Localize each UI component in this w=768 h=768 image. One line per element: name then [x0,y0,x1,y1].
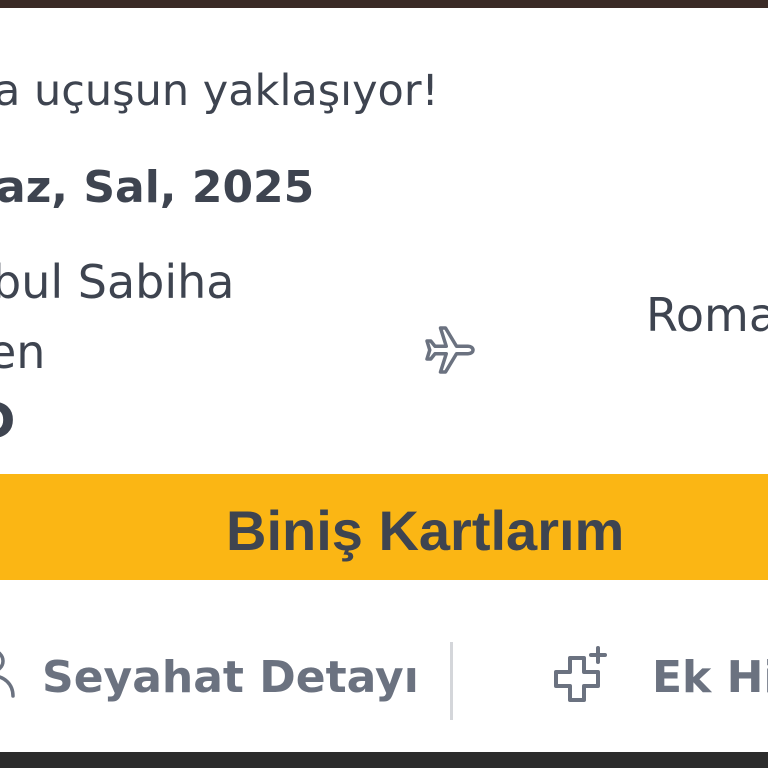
nav-divider [450,642,453,720]
destination-city: Roma [646,288,768,342]
flight-card: a uçuşun yaklaşıyor! az, Sal, 2025 bul S… [0,8,768,752]
origin-airport-code: D [0,392,16,450]
travel-detail-button[interactable]: Seyahat Detayı [0,580,440,730]
origin-airport-name-line2: en [0,325,46,379]
bottom-action-bar: Seyahat Detayı Ek Hiz [0,580,768,752]
flight-date: az, Sal, 2025 [0,162,315,213]
travel-detail-label: Seyahat Detayı [42,652,419,703]
flight-headline: a uçuşun yaklaşıyor! [0,66,439,116]
extra-services-label: Ek Hiz [652,652,768,703]
origin-airport-name: bul Sabiha [0,255,235,309]
bottom-edge [0,752,768,768]
boarding-passes-button[interactable]: Biniş Kartlarım [0,474,768,580]
plane-icon [425,326,475,374]
person-icon [0,651,15,698]
plus-icon [554,646,607,702]
extra-services-button[interactable]: Ek Hiz [470,580,768,730]
boarding-passes-label: Biniş Kartlarım [226,499,625,562]
